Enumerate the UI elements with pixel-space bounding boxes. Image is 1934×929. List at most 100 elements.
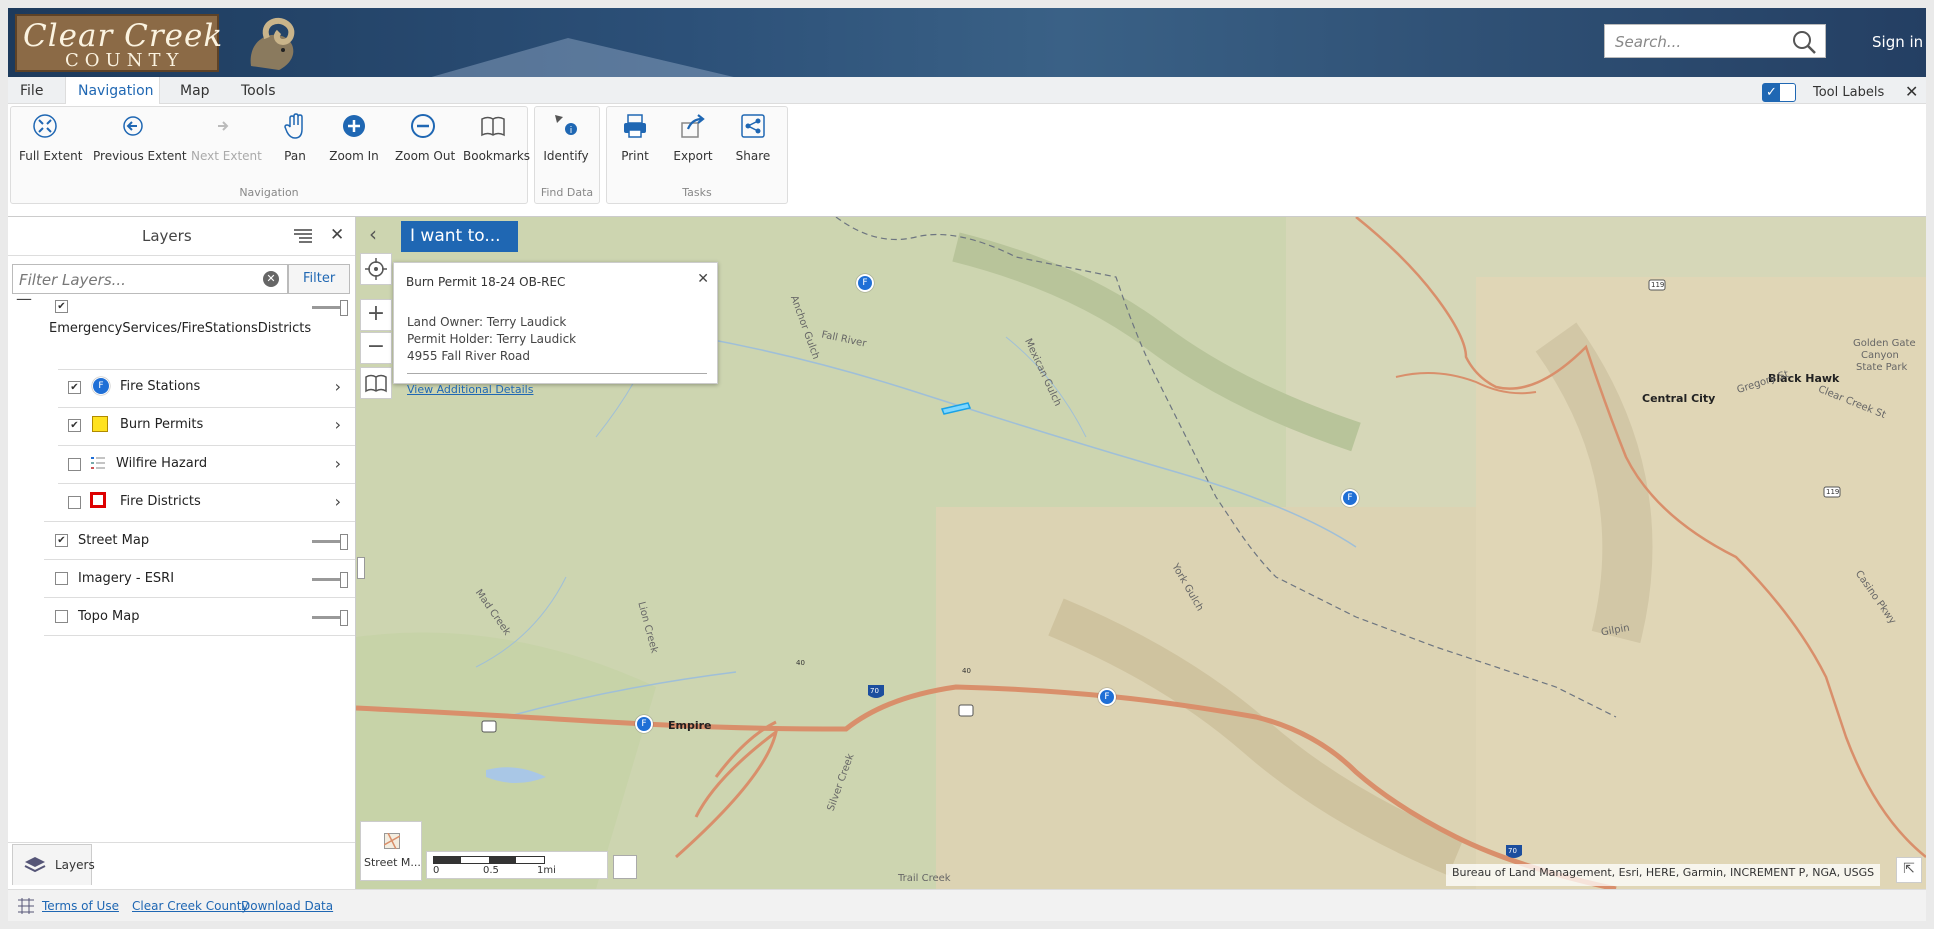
map-zoom-in-button[interactable]: + [360,299,392,331]
locate-button[interactable] [360,253,392,285]
bookmarks-label: Bookmarks [463,149,531,163]
zoom-in-label: Zoom In [329,149,379,163]
place-golden-gate: State Park [1856,362,1908,373]
bookmarks-button[interactable]: Bookmarks [463,111,531,163]
fire-district-swatch-icon [90,492,106,508]
print-button[interactable]: Print [617,111,653,163]
map-view[interactable]: 40 40 70 70 119 119 Empire Central City … [356,217,1926,889]
map-bookmarks-button[interactable] [360,367,392,399]
place-central-city: Central City [1642,392,1716,405]
chevron-right-icon[interactable]: › [335,377,341,396]
topo-map-checkbox[interactable] [55,610,68,623]
terms-of-use-link[interactable]: Terms of Use [42,899,119,913]
menu-tools[interactable]: Tools [241,83,276,99]
menu-navigation[interactable]: Navigation [78,83,154,99]
fire-station-marker[interactable]: F [1098,688,1116,706]
scale-options-icon[interactable] [613,855,637,879]
close-popup-icon[interactable]: ✕ [697,271,709,287]
map-grid-icon [18,898,34,914]
layer-name-imagery[interactable]: Imagery - ESRI [78,571,174,586]
burn-permits-checkbox[interactable]: ✔ [68,419,81,432]
popup-land-owner: Land Owner: Terry Laudick [407,315,567,329]
expand-icon[interactable]: ⇱ [1896,857,1922,883]
clear-icon[interactable]: ✕ [263,271,279,287]
feature-popup: Burn Permit 18-24 OB-REC ✕ Land Owner: T… [393,262,718,396]
chevron-right-icon[interactable]: › [335,454,341,473]
next-extent-button[interactable]: Next Extent [191,111,262,163]
layer-name-burn-permits[interactable]: Burn Permits [120,417,203,432]
street-map-opacity-slider[interactable] [312,534,348,550]
previous-extent-button[interactable]: Previous Extent [93,111,187,163]
close-panel-icon[interactable]: ✕ [330,225,344,245]
street-map-checkbox[interactable]: ✔ [55,534,68,547]
sign-in-link[interactable]: Sign in [1872,33,1923,51]
zoom-out-button[interactable]: Zoom Out [395,111,455,163]
chevron-right-icon[interactable]: › [335,415,341,434]
close-ribbon-icon[interactable]: ✕ [1905,82,1918,101]
filter-layers-input[interactable]: Filter Layers... [19,271,126,289]
list-menu-icon[interactable] [294,229,312,243]
group-opacity-slider[interactable] [312,300,348,316]
basemap-switcher[interactable]: Street M... [360,821,422,881]
view-details-link[interactable]: View Additional Details [407,383,533,396]
tool-labels-toggle[interactable]: ✓ [1762,83,1796,102]
wildfire-hazard-checkbox[interactable] [68,458,81,471]
hwy-119-shield: 119 [1651,281,1665,289]
identify-button[interactable]: i Identify [543,111,589,163]
full-extent-icon [33,114,57,138]
navigation-group-label: Navigation [239,186,299,199]
fire-districts-checkbox[interactable] [68,496,81,509]
imagery-checkbox[interactable] [55,572,68,585]
topo-map-opacity-slider[interactable] [312,610,348,626]
search-input[interactable]: Search... [1615,33,1681,51]
map-thumbnail-icon [384,833,400,849]
layers-tab[interactable]: Layers [12,844,95,885]
collapse-icon[interactable]: — [16,289,32,308]
pan-button[interactable]: Pan [277,111,313,163]
map-zoom-out-button[interactable]: − [360,332,392,364]
filter-button-label: Filter [303,271,336,286]
i-want-to-button[interactable]: I want to... [401,221,518,252]
full-extent-button[interactable]: Full Extent [19,111,82,163]
search-icon[interactable] [1791,29,1817,55]
group-checkbox[interactable]: ✔ [55,300,68,313]
scale-label-half: 0.5 [483,865,499,876]
search-box[interactable]: Search... [1604,24,1826,58]
layer-name-wildfire-hazard[interactable]: Wilfire Hazard [116,456,207,471]
collapse-panel-icon[interactable]: ‹ [360,220,386,250]
filter-layers-field[interactable]: Filter Layers... ✕ [12,264,288,294]
fire-station-marker[interactable]: F [635,715,653,733]
place-golden-gate: Canyon [1861,350,1899,361]
fire-station-marker[interactable]: F [856,274,874,292]
fire-station-marker[interactable]: F [1341,489,1359,507]
navigation-group: Full Extent Previous Extent Next Extent … [10,106,531,204]
menu-map[interactable]: Map [180,83,210,99]
imagery-opacity-slider[interactable] [312,572,348,588]
chevron-right-icon[interactable]: › [335,492,341,511]
forward-arrow-icon [218,121,229,131]
zoom-out-icon [411,114,435,138]
logo-subtitle: COUNTY [65,50,185,71]
layer-name-street-map[interactable]: Street Map [78,533,149,548]
fire-stations-checkbox[interactable]: ✔ [68,381,81,394]
zoom-in-button[interactable]: Zoom In [329,111,379,163]
download-data-link[interactable]: Download Data [241,899,333,913]
app-window: Clear Creek COUNTY Search... Sign in Fil… [8,8,1926,921]
menu-file[interactable]: File [20,83,43,99]
share-label: Share [735,149,771,163]
zoom-in-icon [343,115,365,137]
layer-name-topo-map[interactable]: Topo Map [78,609,139,624]
filter-button[interactable]: Filter [288,264,350,294]
share-button[interactable]: Share [735,111,771,163]
layer-name-fire-stations[interactable]: Fire Stations [120,379,200,394]
group-layer-name: EmergencyServices/FireStationsDistricts [49,321,312,336]
identify-label: Identify [543,149,589,163]
clear-creek-county-link[interactable]: Clear Creek County [132,899,249,913]
layer-name-fire-districts[interactable]: Fire Districts [120,494,201,509]
label-trail-creek: Trail Creek [898,873,951,884]
county-logo[interactable]: Clear Creek COUNTY [15,14,222,72]
burn-permit-swatch-icon [92,416,108,432]
export-button[interactable]: Export [673,111,713,163]
share-icon [741,114,765,138]
panel-resize-handle[interactable] [357,557,365,579]
